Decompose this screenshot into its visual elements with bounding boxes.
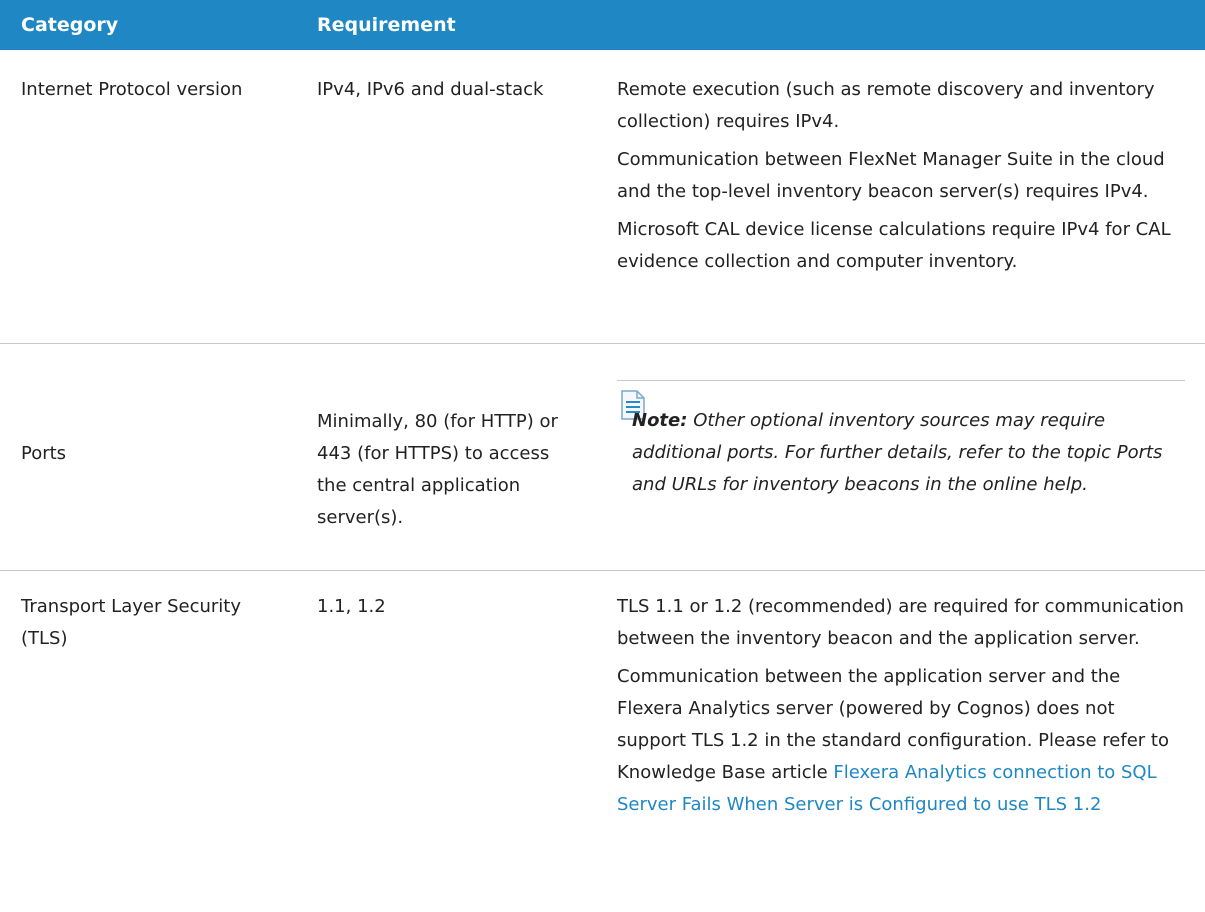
note-body: Other optional inventory sources may req… bbox=[632, 410, 1163, 495]
row-ports-requirement: Minimally, 80 (for HTTP) or 443 (for HTT… bbox=[317, 411, 558, 528]
note-label: Note: bbox=[632, 410, 688, 431]
table-header: Category Requirement bbox=[0, 0, 1205, 50]
row-ip-notes: Remote execution (such as remote discove… bbox=[617, 74, 1187, 284]
row-ip-requirement: IPv4, IPv6 and dual-stack bbox=[317, 79, 544, 100]
row-tls-note-2: Communication between the application se… bbox=[617, 661, 1187, 821]
ports-note: Note: Other optional inventory sources m… bbox=[632, 405, 1192, 501]
row-tls-note-1: TLS 1.1 or 1.2 (recommended) are require… bbox=[617, 596, 1184, 649]
row-tls-notes: TLS 1.1 or 1.2 (recommended) are require… bbox=[617, 591, 1187, 827]
row-tls-category: Transport Layer Security (TLS) bbox=[21, 596, 242, 649]
row-ip-category: Internet Protocol version bbox=[21, 79, 243, 100]
row-ip-note-1: Remote execution (such as remote discove… bbox=[617, 79, 1155, 132]
header-category: Category bbox=[21, 14, 119, 36]
note-rule bbox=[617, 380, 1185, 381]
row-divider bbox=[0, 570, 1205, 571]
row-ports-category: Ports bbox=[21, 443, 67, 464]
row-ip-note-3: Microsoft CAL device license calculation… bbox=[617, 219, 1171, 272]
row-ip-note-2: Communication between FlexNet Manager Su… bbox=[617, 149, 1165, 202]
header-requirement: Requirement bbox=[317, 14, 456, 36]
row-tls-requirement: 1.1, 1.2 bbox=[317, 596, 386, 617]
row-divider bbox=[0, 343, 1205, 344]
